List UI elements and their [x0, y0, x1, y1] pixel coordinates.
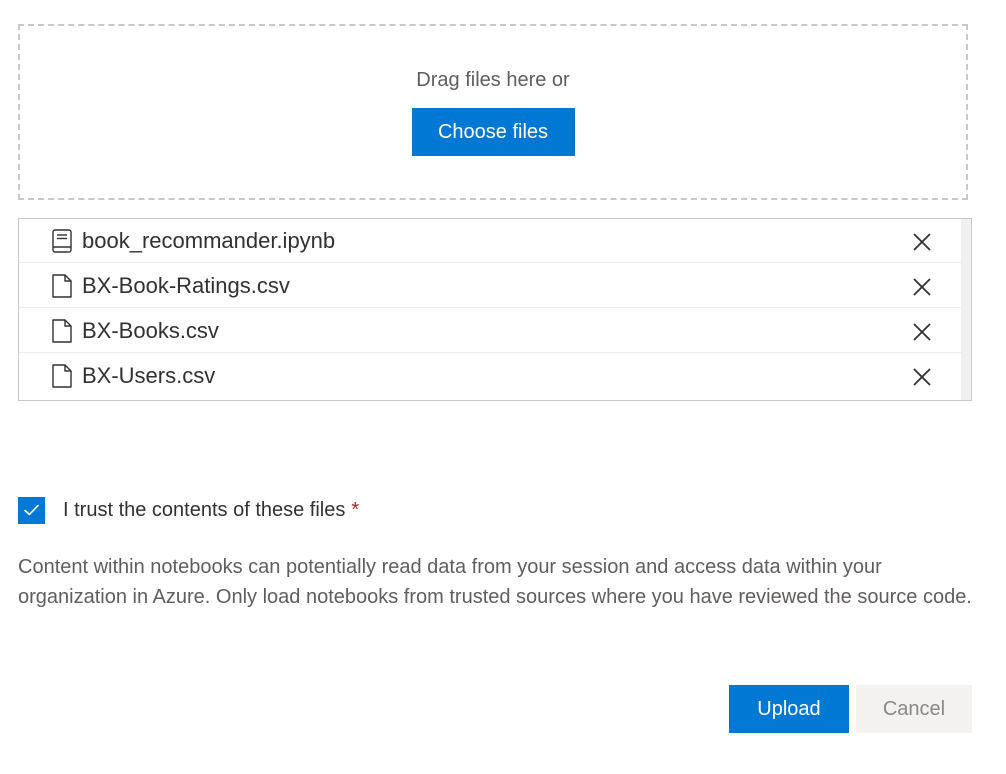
file-icon	[52, 319, 72, 343]
file-drop-zone[interactable]: Drag files here or Choose files	[18, 24, 968, 200]
upload-button[interactable]: Upload	[729, 685, 849, 733]
trust-checkbox-row[interactable]: I trust the contents of these files *	[18, 496, 359, 524]
checkmark-icon	[24, 504, 39, 516]
trust-label: I trust the contents of these files	[63, 498, 346, 521]
file-icon	[52, 364, 72, 388]
trust-checkbox[interactable]	[18, 496, 45, 524]
file-list-scrollbar[interactable]	[961, 219, 971, 400]
remove-file-icon[interactable]	[911, 231, 933, 253]
file-name: BX-Books.csv	[82, 318, 219, 343]
file-list: book_recommander.ipynb BX-Book-Ratings.c…	[18, 218, 972, 401]
notebook-icon	[52, 229, 72, 253]
file-list-item: BX-Users.csv	[19, 354, 961, 398]
file-list-item: book_recommander.ipynb	[19, 219, 961, 263]
file-icon	[52, 274, 72, 298]
file-name: BX-Book-Ratings.csv	[82, 273, 290, 298]
file-list-item: BX-Books.csv	[19, 309, 961, 353]
choose-files-button[interactable]: Choose files	[411, 108, 575, 156]
file-name: book_recommander.ipynb	[82, 228, 336, 253]
remove-file-icon[interactable]	[911, 276, 933, 298]
file-name: BX-Users.csv	[82, 363, 216, 388]
required-marker: *	[351, 498, 360, 521]
security-warning-text: Content within notebooks can potentially…	[18, 556, 972, 608]
file-list-item: BX-Book-Ratings.csv	[19, 264, 961, 308]
drop-prompt: Drag files here or	[416, 69, 570, 91]
cancel-button[interactable]: Cancel	[856, 685, 972, 733]
remove-file-icon[interactable]	[911, 321, 933, 343]
remove-file-icon[interactable]	[911, 366, 933, 388]
